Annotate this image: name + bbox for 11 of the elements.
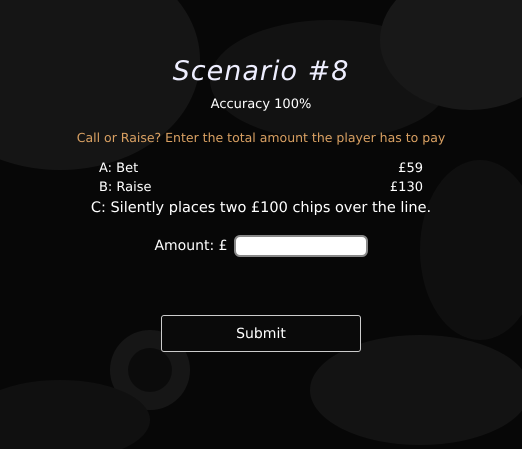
action-amount: £130 [390,179,423,196]
submit-button[interactable]: Submit [161,315,361,352]
amount-field[interactable] [234,235,368,257]
question-text: Call or Raise? Enter the total amount the player has to pay [76,130,446,145]
action-label: A: Bet [99,160,138,177]
action-note: C: Silently places two £100 chips over the line. [90,200,432,216]
scenario-title: Scenario #8 [172,56,350,87]
action-label: B: Raise [99,179,152,196]
action-amount: £59 [398,160,423,177]
accuracy-text: Accuracy 100% [210,97,312,112]
amount-label: Amount: £ [154,238,228,254]
